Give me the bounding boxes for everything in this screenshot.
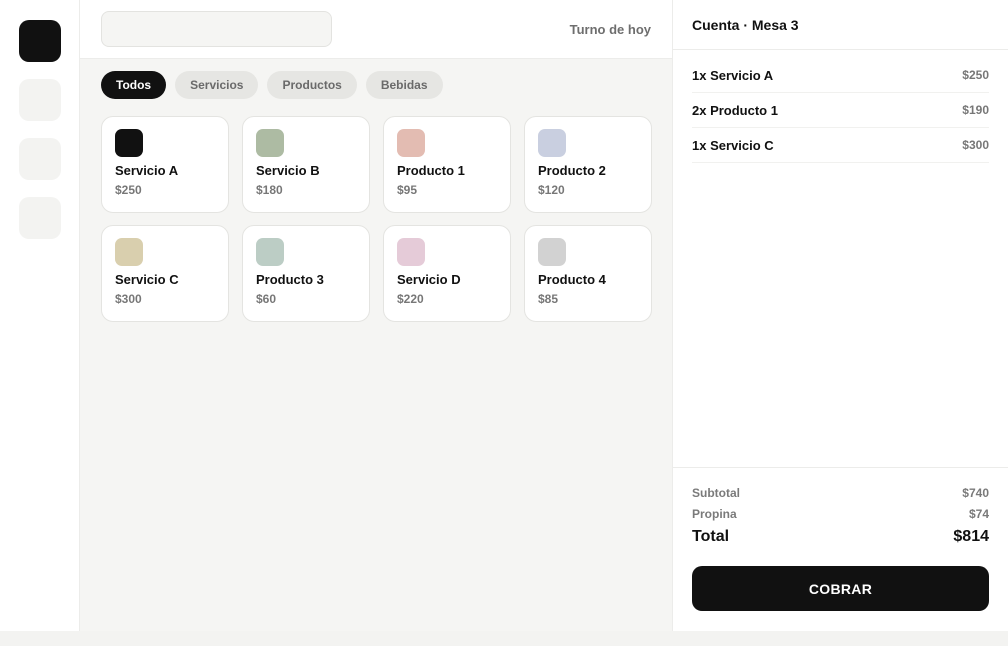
- product-price: $220: [397, 292, 424, 306]
- order-item-price: $300: [962, 138, 989, 152]
- order-item-label: 1x Servicio C: [692, 137, 774, 153]
- tip-value: $74: [968, 506, 989, 521]
- product-price: $85: [538, 292, 559, 306]
- product-thumbnail: [256, 238, 284, 266]
- order-item-label: 2x Producto 1: [692, 102, 778, 118]
- filter-chip-servicios[interactable]: Servicios: [175, 71, 259, 99]
- order-item-row[interactable]: 1x Servicio C $300: [692, 128, 989, 163]
- left-rail: [0, 0, 80, 631]
- order-item-label: 1x Servicio A: [692, 67, 774, 83]
- total-row: Total $814: [692, 525, 989, 549]
- top-bar: Turno de hoy: [80, 0, 672, 59]
- product-card[interactable]: Servicio B $180: [242, 116, 370, 213]
- product-thumbnail: [538, 129, 566, 157]
- tip-row: Propina $74: [692, 503, 989, 524]
- product-thumbnail: [115, 129, 143, 157]
- product-card[interactable]: Producto 2 $120: [524, 116, 652, 213]
- product-price: $300: [115, 292, 142, 306]
- filter-chip-productos[interactable]: Productos: [267, 71, 357, 99]
- catalog-area: Turno de hoy Todos Servicios Productos Bebi…: [80, 0, 672, 631]
- product-card[interactable]: Producto 1 $95: [383, 116, 511, 213]
- charge-button[interactable]: COBRAR: [692, 566, 989, 611]
- product-price: $250: [115, 183, 142, 197]
- product-name: Servicio B: [256, 163, 320, 178]
- product-price: $120: [538, 183, 565, 197]
- product-thumbnail: [397, 238, 425, 266]
- rail-item-2-button[interactable]: [18, 79, 61, 121]
- product-card[interactable]: Servicio D $220: [383, 225, 511, 322]
- product-grid: Servicio A $250 Servicio B $180 Producto 1 $9…: [80, 99, 672, 322]
- filter-chip-todos[interactable]: Todos: [101, 71, 167, 99]
- order-item-price: $190: [962, 103, 989, 117]
- rail-item-4-button[interactable]: [18, 197, 61, 239]
- order-totals: Subtotal $740 Propina $74 Total $814 COB…: [673, 467, 1008, 631]
- product-name: Servicio C: [115, 272, 179, 287]
- product-card[interactable]: Producto 3 $60: [242, 225, 370, 322]
- product-thumbnail: [538, 238, 566, 266]
- product-name: Servicio D: [397, 272, 461, 287]
- product-thumbnail: [397, 129, 425, 157]
- product-card[interactable]: Producto 4 $85: [524, 225, 652, 322]
- product-name: Producto 1: [397, 163, 465, 178]
- total-value: $814: [953, 528, 989, 545]
- product-price: $60: [256, 292, 277, 306]
- product-card[interactable]: Servicio C $300: [101, 225, 229, 322]
- product-thumbnail: [115, 238, 143, 266]
- subtotal-value: $740: [962, 485, 989, 500]
- pos-app: Turno de hoy Todos Servicios Productos Bebi…: [0, 0, 1008, 631]
- product-name: Producto 3: [256, 272, 324, 287]
- subtotal-row: Subtotal $740: [692, 482, 989, 503]
- order-item-row[interactable]: 2x Producto 1 $190: [692, 93, 989, 128]
- order-item-price: $250: [962, 68, 989, 82]
- tip-label: Propina: [692, 506, 737, 521]
- total-label: Total: [692, 528, 730, 545]
- product-thumbnail: [256, 129, 284, 157]
- shift-link[interactable]: Turno de hoy: [570, 22, 651, 37]
- product-name: Producto 2: [538, 163, 606, 178]
- order-items-list: 1x Servicio A $250 2x Producto 1 $190 1x Ser…: [673, 50, 1008, 467]
- subtotal-label: Subtotal: [692, 485, 740, 500]
- product-name: Producto 4: [538, 272, 606, 287]
- filter-chip-bebidas[interactable]: Bebidas: [365, 71, 443, 99]
- product-price: $95: [397, 183, 418, 197]
- category-filters: Todos Servicios Productos Bebidas: [80, 59, 672, 99]
- order-panel: Cuenta · Mesa 3 1x Servicio A $250 2x Prod…: [672, 0, 1008, 631]
- search-input[interactable]: [101, 11, 332, 47]
- order-title: Cuenta · Mesa 3: [673, 0, 1008, 50]
- rail-item-3-button[interactable]: [18, 138, 61, 180]
- product-name: Servicio A: [115, 163, 179, 178]
- product-price: $180: [256, 183, 283, 197]
- rail-item-1-button[interactable]: [18, 20, 61, 62]
- product-card[interactable]: Servicio A $250: [101, 116, 229, 213]
- order-item-row[interactable]: 1x Servicio A $250: [692, 58, 989, 93]
